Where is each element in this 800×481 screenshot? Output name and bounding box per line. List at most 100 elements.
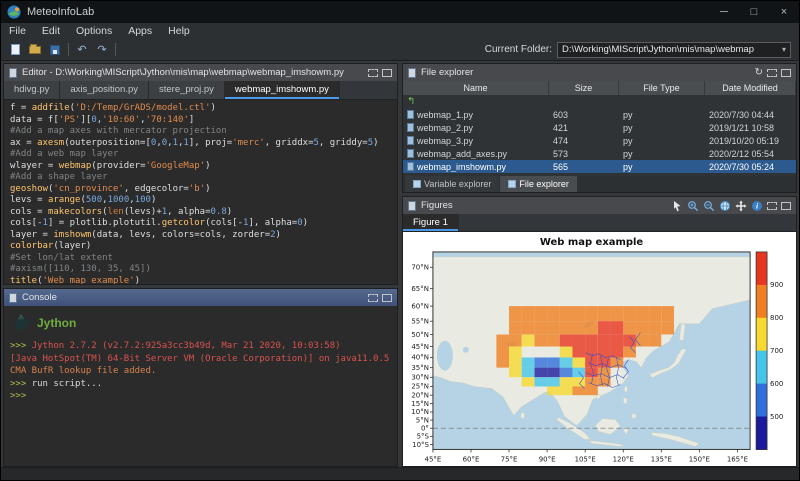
zoom-out-icon[interactable] xyxy=(703,200,715,212)
code-line: #Add a shape layer xyxy=(10,172,391,184)
code-editor[interactable]: f = addfile('D:/Temp/GrADS/model.ctl')da… xyxy=(4,100,397,284)
open-file-button[interactable] xyxy=(25,41,45,59)
float-panel-icon[interactable] xyxy=(368,69,378,77)
file-row-up[interactable]: ↰ xyxy=(403,95,796,108)
svg-text:700: 700 xyxy=(770,347,783,355)
redo-button[interactable]: ↷ xyxy=(92,41,112,59)
undo-icon: ↶ xyxy=(77,43,86,56)
code-line: #Add a map axes with mercator projection xyxy=(10,126,391,138)
jython-pot-icon xyxy=(10,312,32,334)
console-output[interactable]: Jython >>> Jython 2.7.2 (v2.7.2:925a3cc3… xyxy=(4,306,397,466)
editor-tab-axis_position.py[interactable]: axis_position.py xyxy=(60,81,149,99)
editor-tab-webmap_imshowm.py[interactable]: webmap_imshowm.py xyxy=(225,81,340,99)
menu-help[interactable]: Help xyxy=(160,25,198,37)
undo-button[interactable]: ↶ xyxy=(72,41,92,59)
menu-edit[interactable]: Edit xyxy=(34,25,68,37)
svg-text:165°E: 165°E xyxy=(727,455,748,463)
refresh-icon[interactable]: ↻ xyxy=(755,68,763,78)
redo-icon: ↷ xyxy=(97,43,106,56)
figure-tab[interactable]: Figure 1 xyxy=(403,214,459,231)
float-panel-icon[interactable] xyxy=(767,202,777,210)
jython-logo-text: Jython xyxy=(37,317,76,330)
console-line: CMA BufR lookup file added. xyxy=(10,365,391,378)
maximize-panel-icon[interactable] xyxy=(781,69,791,77)
svg-text:900: 900 xyxy=(770,281,783,289)
column-header-size[interactable]: Size xyxy=(549,81,619,95)
editor-title: Editor - D:\Working\MIScript\Jython\mis\… xyxy=(22,67,344,78)
menu-file[interactable]: File xyxy=(1,25,34,37)
console-icon xyxy=(9,293,17,303)
svg-text:600: 600 xyxy=(770,380,783,388)
code-line: ax = axesm(outerposition=[0,0,1,1], proj… xyxy=(10,138,391,150)
code-line: cols[-1] = plotlib.plotutil.getcolor(col… xyxy=(10,218,391,230)
left-column: Editor - D:\Working\MIScript\Jython\mis\… xyxy=(3,63,398,467)
meteoinfolab-window: MeteoInfoLab ─ □ × FileEditOptionsAppsHe… xyxy=(0,0,800,481)
file-row[interactable]: webmap_imshowm.py565py2020/7/30 05:24 xyxy=(403,160,796,173)
maximize-panel-icon[interactable] xyxy=(382,69,392,77)
editor-panel-header[interactable]: Editor - D:\Working\MIScript\Jython\mis\… xyxy=(4,64,397,81)
tab-file-explorer[interactable]: File explorer xyxy=(500,176,577,192)
current-folder-value: D:\Working\MIScript\Jython\mis\map\webma… xyxy=(562,44,754,55)
svg-text:45°N: 45°N xyxy=(411,343,429,351)
maximize-panel-icon[interactable] xyxy=(781,202,791,210)
svg-text:800: 800 xyxy=(770,314,783,322)
pointer-icon[interactable] xyxy=(672,200,683,212)
maximize-button[interactable]: □ xyxy=(739,1,769,23)
svg-text:40°N: 40°N xyxy=(411,354,429,362)
file-explorer-header[interactable]: File explorer ↻ xyxy=(403,64,796,81)
zoom-in-icon[interactable] xyxy=(687,200,699,212)
maximize-panel-icon[interactable] xyxy=(382,294,392,302)
console-panel-header[interactable]: Console xyxy=(4,289,397,306)
file-row[interactable]: webmap_3.py474py2019/10/20 05:19 xyxy=(403,134,796,147)
file-row[interactable]: webmap_add_axes.py573py2020/2/12 05:54 xyxy=(403,147,796,160)
save-button[interactable] xyxy=(45,41,65,59)
tab-variable-explorer[interactable]: Variable explorer xyxy=(405,176,499,192)
column-header-name[interactable]: Name xyxy=(403,81,549,95)
code-line: levs = arange(500,1000,100) xyxy=(10,195,391,207)
editor-tab-hdivg.py[interactable]: hdivg.py xyxy=(4,81,60,99)
float-panel-icon[interactable] xyxy=(368,294,378,302)
console-lines: >>> Jython 2.7.2 (v2.7.2:925a3cc3b49d, M… xyxy=(10,340,391,403)
column-header-date-modified[interactable]: Date Modified xyxy=(705,81,796,95)
figures-panel-header[interactable]: Figures i xyxy=(403,197,796,214)
menu-apps[interactable]: Apps xyxy=(120,25,160,37)
code-line: colorbar(layer) xyxy=(10,241,391,253)
file-row[interactable]: webmap_1.py603py2020/7/30 04:44 xyxy=(403,108,796,121)
identify-icon[interactable]: i xyxy=(751,200,763,212)
figure-tab-bar: Figure 1 xyxy=(403,214,796,232)
status-bar xyxy=(1,467,799,480)
file-icon xyxy=(407,162,414,171)
editor-tab-stere_proj.py[interactable]: stere_proj.py xyxy=(149,81,225,99)
new-file-button[interactable] xyxy=(5,41,25,59)
menu-options[interactable]: Options xyxy=(68,25,120,37)
svg-text:60°E: 60°E xyxy=(463,455,480,463)
code-line: data = f['PS'][0,'10:60','70:140'] xyxy=(10,115,391,127)
code-line: #Add a web map layer xyxy=(10,149,391,161)
column-header-file-type[interactable]: File Type xyxy=(619,81,705,95)
current-folder-combobox[interactable]: D:\Working\MIScript\Jython\mis\map\webma… xyxy=(557,42,791,58)
figures-title: Figures xyxy=(421,200,453,211)
main-area: Editor - D:\Working\MIScript\Jython\mis\… xyxy=(1,63,799,467)
pan-icon[interactable] xyxy=(735,200,747,212)
float-panel-icon[interactable] xyxy=(767,69,777,77)
minimize-button[interactable]: ─ xyxy=(709,1,739,23)
file-explorer-header-buttons: ↻ xyxy=(755,68,791,78)
figures-panel: Figures i Figure 1 xyxy=(402,196,797,467)
file-row[interactable]: webmap_2.py421py2019/1/21 10:58 xyxy=(403,121,796,134)
chevron-down-icon[interactable]: ▾ xyxy=(782,45,786,54)
toolbar: ↶ ↷ Current Folder: D:\Working\MIScript\… xyxy=(1,39,799,61)
close-button[interactable]: × xyxy=(769,1,799,23)
figure-icon xyxy=(408,201,416,211)
app-logo-icon xyxy=(7,5,21,19)
code-line: #Set lon/lat extent xyxy=(10,253,391,265)
title-bar[interactable]: MeteoInfoLab ─ □ × xyxy=(1,1,799,23)
figure-canvas[interactable]: Web map example xyxy=(403,232,796,467)
file-explorer-panel: File explorer ↻ NameSizeFile TypeDate Mo… xyxy=(402,63,797,193)
full-extent-globe-icon[interactable] xyxy=(719,200,731,212)
svg-text:10°S: 10°S xyxy=(412,441,429,449)
file-table-header: NameSizeFile TypeDate Modified xyxy=(403,81,796,95)
web-map-figure[interactable]: Web map example xyxy=(403,232,796,467)
window-title: MeteoInfoLab xyxy=(27,6,94,18)
file-explorer-title: File explorer xyxy=(421,67,473,78)
svg-text:60°N: 60°N xyxy=(411,302,429,310)
